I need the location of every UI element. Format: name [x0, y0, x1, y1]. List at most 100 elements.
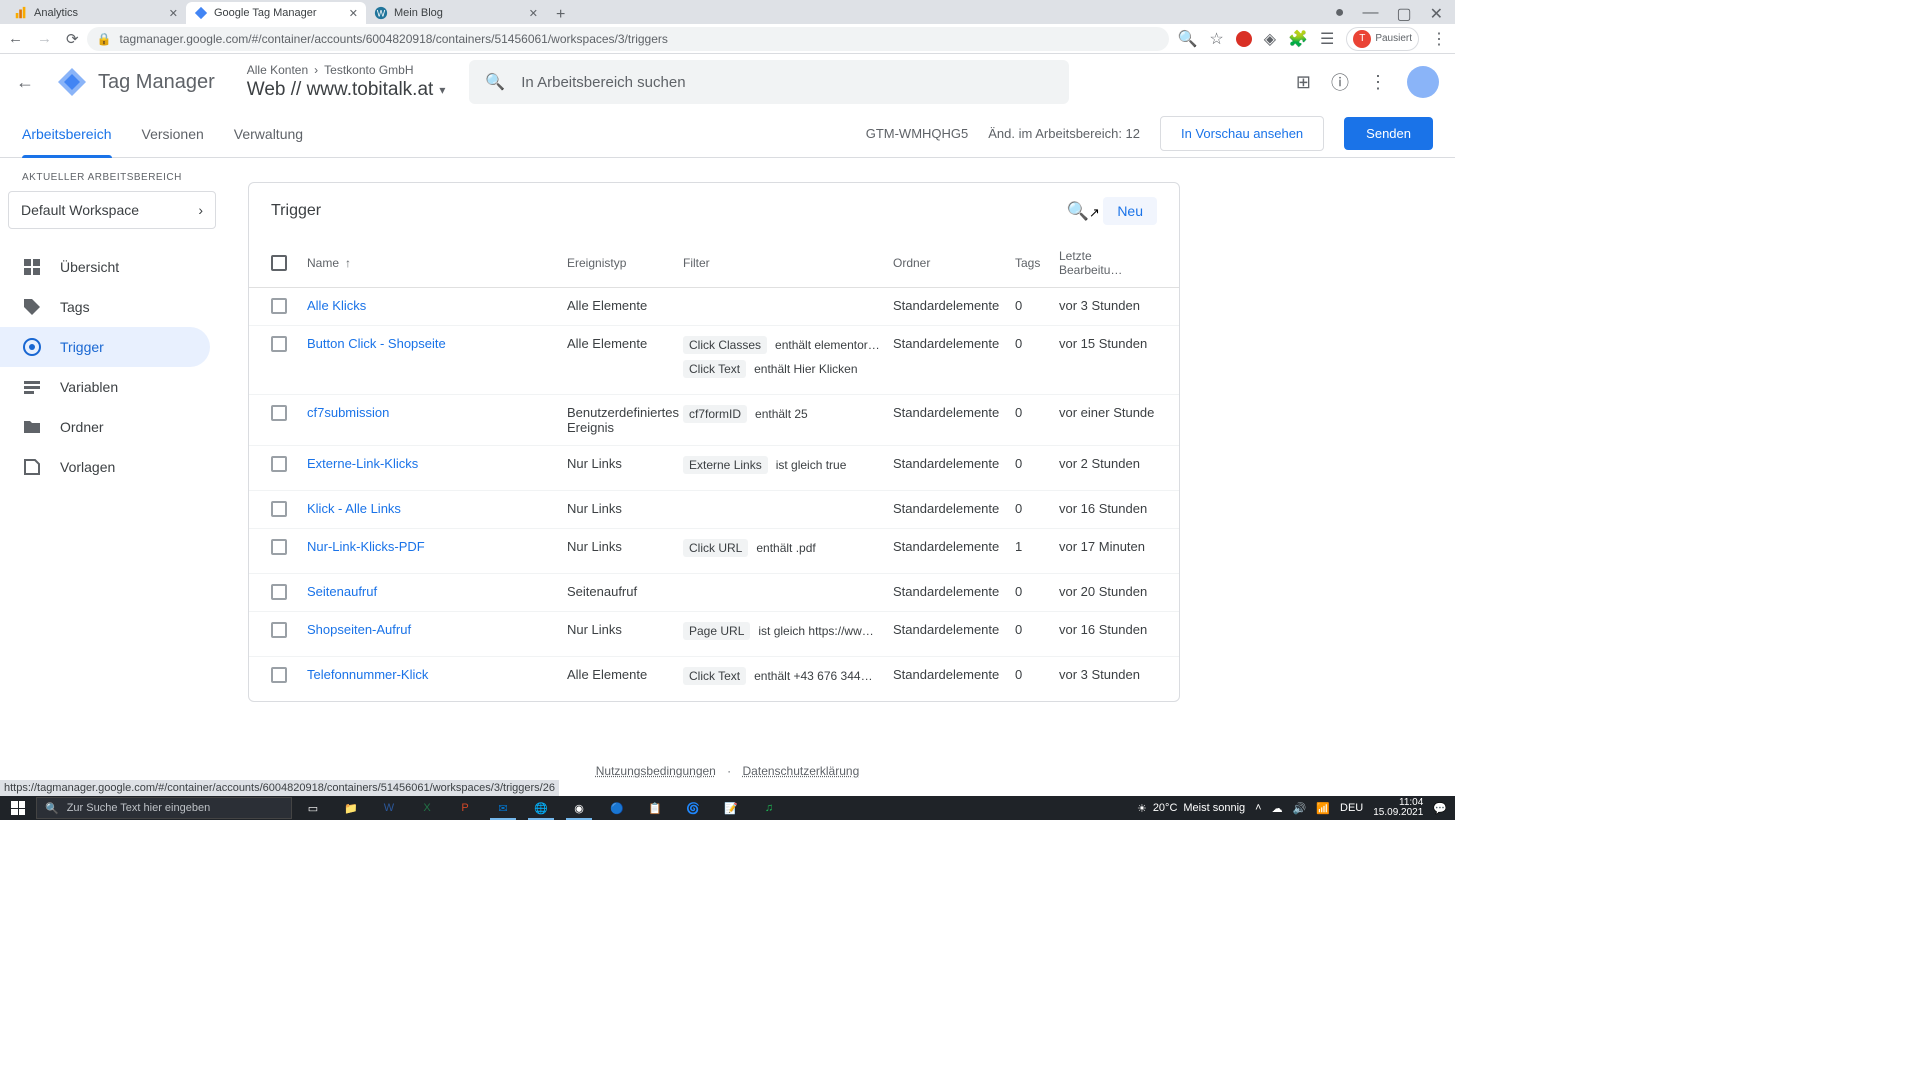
- sidebar-item-tags[interactable]: Tags: [0, 287, 210, 327]
- language-indicator[interactable]: DEU: [1340, 802, 1363, 814]
- row-checkbox[interactable]: [271, 539, 287, 555]
- extension-icon[interactable]: [1236, 31, 1252, 47]
- app-icon[interactable]: 🔵: [600, 796, 634, 820]
- tray-chevron-icon[interactable]: ˄: [1255, 802, 1261, 814]
- privacy-link[interactable]: Datenschutzerklärung: [743, 764, 860, 778]
- trigger-name-link[interactable]: cf7submission: [307, 405, 389, 420]
- trigger-name-link[interactable]: Klick - Alle Links: [307, 501, 401, 516]
- column-name[interactable]: Name↑: [307, 256, 567, 270]
- preview-button[interactable]: In Vorschau ansehen: [1160, 116, 1324, 151]
- browser-tab[interactable]: Analytics✕: [6, 2, 186, 24]
- table-row[interactable]: Shopseiten-AufrufNur LinksPage URList gl…: [249, 612, 1179, 657]
- row-checkbox[interactable]: [271, 501, 287, 517]
- trigger-name-link[interactable]: Telefonnummer-Klick: [307, 667, 428, 682]
- close-tab-icon[interactable]: ✕: [529, 7, 538, 20]
- volume-icon[interactable]: 🔊: [1293, 802, 1307, 815]
- spotify-icon[interactable]: ♫: [752, 796, 786, 820]
- table-row[interactable]: Externe-Link-KlicksNur LinksExterne Link…: [249, 446, 1179, 491]
- user-avatar[interactable]: [1407, 66, 1439, 98]
- column-tags[interactable]: Tags: [1015, 256, 1059, 270]
- browser-tab[interactable]: WMein Blog✕: [366, 2, 546, 24]
- trigger-name-link[interactable]: Shopseiten-Aufruf: [307, 622, 411, 637]
- bookmark-star-icon[interactable]: ☆: [1209, 29, 1223, 49]
- trigger-name-link[interactable]: Seitenaufruf: [307, 584, 377, 599]
- more-options-icon[interactable]: ⋮: [1369, 72, 1387, 93]
- workspace-selector[interactable]: Default Workspace ›: [8, 191, 216, 229]
- profile-paused[interactable]: T Pausiert: [1346, 27, 1419, 51]
- close-tab-icon[interactable]: ✕: [169, 7, 178, 20]
- row-checkbox[interactable]: [271, 584, 287, 600]
- powerpoint-icon[interactable]: P: [448, 796, 482, 820]
- dropdown-caret-icon[interactable]: ▾: [439, 83, 445, 97]
- row-checkbox[interactable]: [271, 622, 287, 638]
- column-type[interactable]: Ereignistyp: [567, 256, 683, 270]
- trigger-name-link[interactable]: Externe-Link-Klicks: [307, 456, 418, 471]
- reading-list-icon[interactable]: ☰: [1320, 29, 1334, 49]
- edge-icon[interactable]: 🌀: [676, 796, 710, 820]
- container-id[interactable]: GTM-WMHQHG5: [866, 126, 969, 141]
- sidebar-item-overview[interactable]: Übersicht: [0, 247, 210, 287]
- obs-icon[interactable]: ◉: [562, 796, 596, 820]
- account-dot-icon[interactable]: ●: [1335, 4, 1345, 24]
- gtm-logo[interactable]: Tag Manager: [56, 66, 215, 98]
- excel-icon[interactable]: X: [410, 796, 444, 820]
- column-filter[interactable]: Filter: [683, 256, 893, 270]
- task-view-icon[interactable]: ▭: [296, 796, 330, 820]
- breadcrumb-accounts[interactable]: Alle Konten: [247, 63, 308, 77]
- app-icon-2[interactable]: 📋: [638, 796, 672, 820]
- word-icon[interactable]: W: [372, 796, 406, 820]
- browser-tab[interactable]: Google Tag Manager✕: [186, 2, 366, 24]
- search-triggers-icon[interactable]: 🔍: [1067, 201, 1089, 222]
- trigger-name-link[interactable]: Nur-Link-Klicks-PDF: [307, 539, 425, 554]
- table-row[interactable]: Alle KlicksAlle ElementeStandardelemente…: [249, 288, 1179, 326]
- notifications-icon[interactable]: 💬: [1433, 802, 1447, 815]
- sidebar-item-trigger[interactable]: Trigger: [0, 327, 210, 367]
- tab-admin[interactable]: Verwaltung: [234, 110, 303, 157]
- column-folder[interactable]: Ordner: [893, 256, 1015, 270]
- table-row[interactable]: cf7submissionBenutzerdefiniertes Ereigni…: [249, 395, 1179, 446]
- close-window-icon[interactable]: ✕: [1430, 4, 1443, 24]
- row-checkbox[interactable]: [271, 456, 287, 472]
- table-row[interactable]: Telefonnummer-KlickAlle ElementeClick Te…: [249, 657, 1179, 701]
- tab-workspace[interactable]: Arbeitsbereich: [22, 110, 112, 157]
- table-row[interactable]: SeitenaufrufSeitenaufrufStandardelemente…: [249, 574, 1179, 612]
- weather-widget[interactable]: ☀ 20°C Meist sonnig: [1137, 802, 1245, 815]
- wifi-icon[interactable]: 📶: [1316, 802, 1330, 815]
- chrome-menu-icon[interactable]: ⋮: [1431, 29, 1447, 49]
- new-trigger-button[interactable]: Neu: [1103, 197, 1157, 225]
- sidebar-item-templates[interactable]: Vorlagen: [0, 447, 210, 487]
- table-row[interactable]: Nur-Link-Klicks-PDFNur LinksClick URLent…: [249, 529, 1179, 574]
- sidebar-item-folder[interactable]: Ordner: [0, 407, 210, 447]
- url-input[interactable]: 🔒 tagmanager.google.com/#/container/acco…: [87, 27, 1170, 51]
- notepad-icon[interactable]: 📝: [714, 796, 748, 820]
- start-button[interactable]: [0, 801, 36, 815]
- table-row[interactable]: Button Click - ShopseiteAlle ElementeCli…: [249, 326, 1179, 395]
- terms-link[interactable]: Nutzungsbedingungen: [596, 764, 716, 778]
- help-icon[interactable]: ⓘ: [1331, 69, 1349, 95]
- submit-button[interactable]: Senden: [1344, 117, 1433, 150]
- file-explorer-icon[interactable]: 📁: [334, 796, 368, 820]
- trigger-name-link[interactable]: Alle Klicks: [307, 298, 366, 313]
- taskbar-search[interactable]: 🔍 Zur Suche Text hier eingeben: [36, 797, 292, 819]
- maximize-icon[interactable]: ▢: [1396, 4, 1411, 24]
- extensions-puzzle-icon[interactable]: 🧩: [1288, 29, 1308, 49]
- row-checkbox[interactable]: [271, 336, 287, 352]
- row-checkbox[interactable]: [271, 298, 287, 314]
- new-tab-button[interactable]: +: [546, 6, 575, 24]
- close-tab-icon[interactable]: ✕: [349, 7, 358, 20]
- sidebar-item-variables[interactable]: Variablen: [0, 367, 210, 407]
- column-edited[interactable]: Letzte Bearbeitu…: [1059, 249, 1157, 277]
- extension-icon-2[interactable]: ◈: [1264, 29, 1276, 49]
- table-row[interactable]: Klick - Alle LinksNur LinksStandardeleme…: [249, 491, 1179, 529]
- minimize-icon[interactable]: —: [1362, 4, 1378, 24]
- clock[interactable]: 11:04 15.09.2021: [1373, 798, 1423, 818]
- back-arrow-icon[interactable]: ←: [16, 72, 36, 93]
- nav-back-icon[interactable]: ←: [8, 30, 23, 48]
- workspace-search-input[interactable]: 🔍 In Arbeitsbereich suchen: [469, 60, 1069, 104]
- apps-grid-icon[interactable]: ⊞: [1296, 72, 1311, 93]
- onedrive-icon[interactable]: ☁: [1272, 802, 1283, 815]
- row-checkbox[interactable]: [271, 405, 287, 421]
- tab-versions[interactable]: Versionen: [142, 110, 204, 157]
- trigger-name-link[interactable]: Button Click - Shopseite: [307, 336, 446, 351]
- container-selector[interactable]: Alle Konten › Testkonto GmbH Web // www.…: [247, 63, 446, 101]
